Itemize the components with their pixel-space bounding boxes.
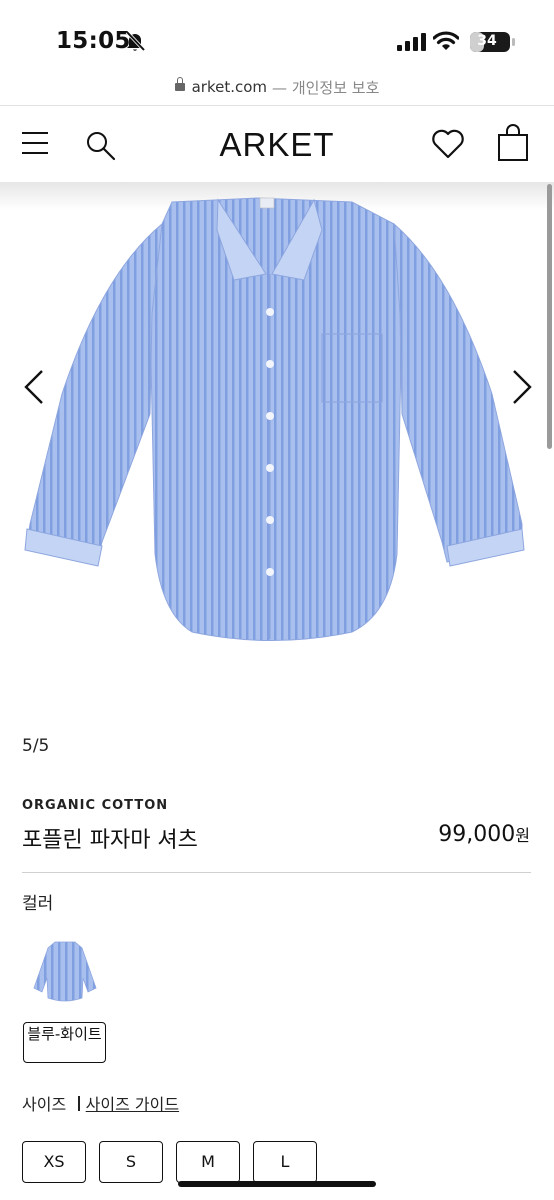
product-gallery[interactable] [0, 182, 554, 717]
battery-percent: 34 [477, 33, 497, 49]
site-logo[interactable]: ARKET [0, 126, 554, 164]
size-row: 사이즈 사이즈 가이드 [22, 1091, 179, 1115]
price-value: 99,000 [438, 822, 516, 847]
color-label: 컬러 [22, 894, 54, 914]
size-separator [78, 1095, 80, 1111]
silent-bell-icon [125, 30, 146, 52]
size-option-xs[interactable]: XS [22, 1141, 86, 1183]
size-guide-link[interactable]: 사이즈 가이드 [86, 1091, 179, 1115]
product-name: 포플린 파자마 셔츠 [22, 828, 198, 853]
next-image-arrow-icon[interactable] [508, 367, 536, 407]
size-label: 사이즈 [22, 1095, 67, 1114]
wifi-icon [433, 31, 459, 50]
size-option-l[interactable]: L [253, 1141, 317, 1183]
product-price: 99,000원 [438, 822, 530, 847]
cellular-signal-icon [397, 33, 426, 51]
product-collection: ORGANIC COTTON [22, 798, 169, 813]
size-option-m[interactable]: M [176, 1141, 240, 1183]
price-currency: 원 [515, 826, 530, 845]
status-bar: 15:05 34 [0, 0, 554, 70]
divider [22, 872, 531, 873]
previous-image-arrow-icon[interactable] [20, 367, 48, 407]
battery-icon: 34 [470, 32, 510, 52]
privacy-note: — 개인정보 보호 [272, 78, 380, 97]
image-counter: 5/5 [22, 736, 50, 756]
site-header: ARKET [0, 106, 554, 182]
url-text: arket.com [191, 78, 268, 96]
page-scrollbar[interactable] [547, 184, 552, 449]
shopping-bag-icon[interactable] [497, 124, 529, 162]
color-option-blue-white[interactable]: 블루-화이트 [23, 1022, 106, 1063]
size-option-s[interactable]: S [99, 1141, 163, 1183]
lock-icon [174, 77, 185, 93]
address-bar[interactable]: arket.com — 개인정보 보호 [0, 72, 554, 102]
home-indicator[interactable] [178, 1181, 376, 1187]
product-image [24, 197, 525, 641]
color-swatch-image[interactable] [30, 938, 100, 1006]
status-time: 15:05 [56, 28, 131, 54]
wishlist-heart-icon[interactable] [431, 128, 465, 160]
